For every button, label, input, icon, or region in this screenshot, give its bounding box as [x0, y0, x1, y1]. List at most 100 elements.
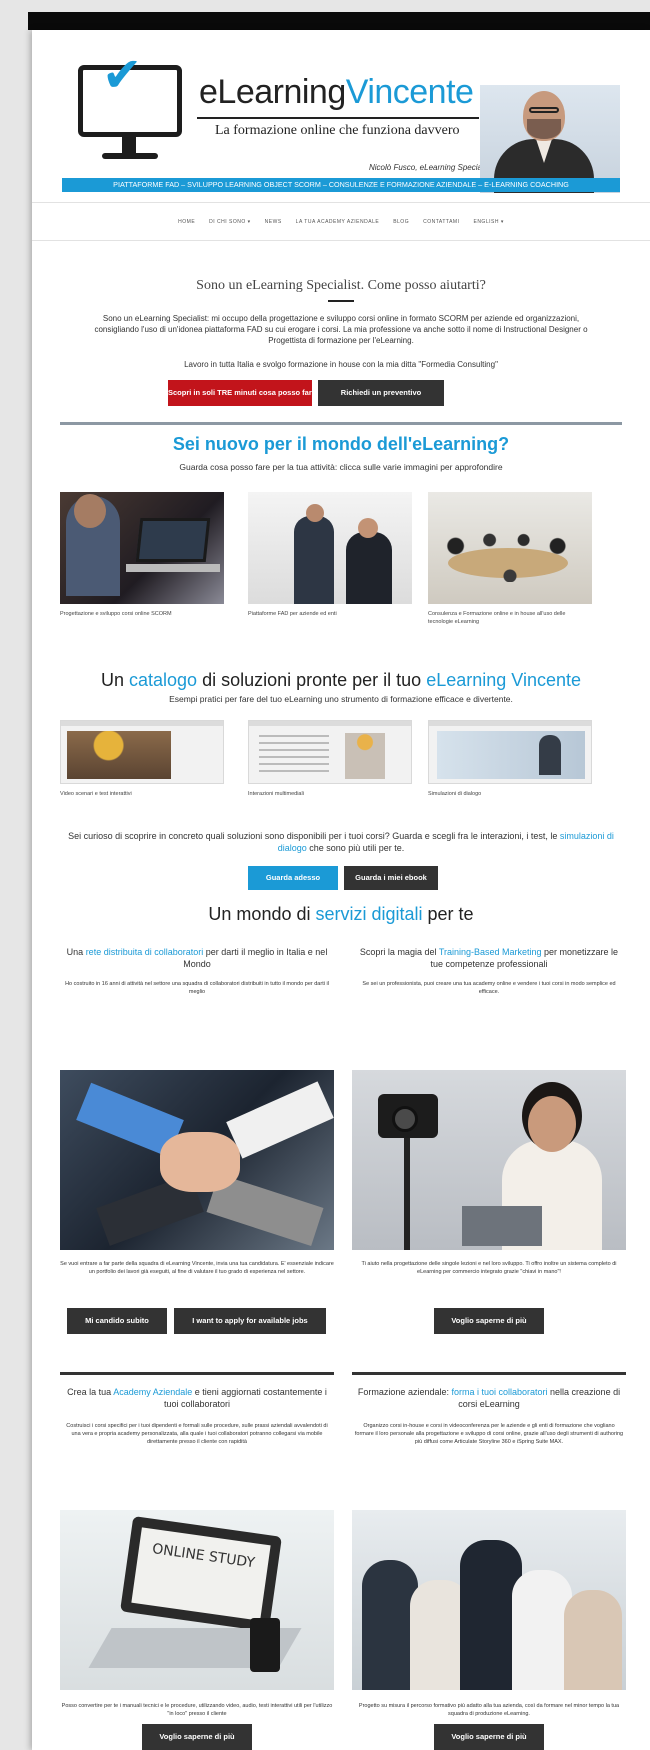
- new-section-subtitle: Guarda cosa posso fare per la tua attivi…: [179, 462, 503, 472]
- services-title-part-a: Un mondo di: [208, 904, 316, 924]
- image-person-head: [74, 494, 106, 528]
- training-heading: Formazione aziendale: forma i tuoi colla…: [354, 1386, 624, 1410]
- image-arm: [226, 1081, 334, 1159]
- brand-part1: eLearning: [199, 73, 346, 111]
- services-title: Un mondo di servizi digitali per te: [32, 904, 650, 925]
- consulting-image[interactable]: [428, 492, 592, 604]
- curious-part-b: che sono più utili per te.: [306, 843, 405, 853]
- checkmark-icon: ✔: [102, 47, 143, 103]
- collaborators-caption: Se vuoi entrare a far parte della squadr…: [60, 1261, 334, 1275]
- marketing-caption: Ti aiuto nella progettazione delle singo…: [361, 1261, 617, 1275]
- image-person-1-head: [306, 504, 324, 522]
- catalog-title-link-1[interactable]: catalogo: [129, 670, 197, 690]
- window-top-bar: [28, 12, 650, 30]
- image-laptop: [462, 1206, 542, 1246]
- thumbnail-title-bar: [249, 721, 411, 726]
- col4-head-a: Formazione aziendale:: [357, 1387, 452, 1397]
- collaborators-text: Ho costruito in 16 anni di attività nel …: [65, 981, 329, 995]
- watch-now-button[interactable]: Guarda adesso: [248, 866, 338, 890]
- catalog-caption-1[interactable]: Video scenari e test interattivi: [60, 790, 224, 798]
- col3-head-link[interactable]: Academy Aziendale: [113, 1387, 192, 1397]
- author-photo: [480, 85, 620, 193]
- ebooks-button[interactable]: Guarda i miei ebook: [344, 866, 438, 890]
- phone-icon: [250, 1618, 280, 1672]
- photo-beard: [527, 119, 561, 139]
- academy-text: Costruisci i corsi specifici per i tuoi …: [66, 1423, 328, 1445]
- card-caption-3[interactable]: Consulenza e Formazione online e in hous…: [428, 610, 592, 626]
- learn-more-button-marketing[interactable]: Voglio saperne di più: [434, 1308, 544, 1334]
- nav-item-about[interactable]: DI CHI SONO ▾: [209, 219, 251, 225]
- col1-head-link[interactable]: rete distribuita di collaboratori: [86, 947, 204, 957]
- col2-head-link[interactable]: Training-Based Marketing: [439, 947, 542, 957]
- tagline: La formazione online che funziona davver…: [215, 123, 460, 138]
- catalog-curious-text: Sei curioso di scoprire in concreto qual…: [56, 830, 626, 854]
- nav-separator-bottom: [32, 240, 650, 241]
- image-hands: [160, 1132, 240, 1192]
- site-header[interactable]: ✔ eLearningVincente La formazione online…: [62, 45, 620, 195]
- image-person-2: [346, 532, 392, 604]
- thumbnail-image: [437, 731, 585, 779]
- thumbnail-image: [345, 733, 385, 779]
- catalog-caption-2[interactable]: Interazioni multimediali: [248, 790, 412, 798]
- apply-now-button[interactable]: Mi candido subito: [67, 1308, 167, 1334]
- card-caption-1[interactable]: Progettazione e sviluppo corsi online SC…: [60, 610, 224, 618]
- academy-heading: Crea la tua Academy Aziendale e tieni ag…: [62, 1386, 332, 1410]
- divider-right: [352, 1372, 626, 1375]
- multimedia-interaction-thumbnail[interactable]: [248, 720, 412, 784]
- apply-jobs-button[interactable]: I want to apply for available jobs: [174, 1308, 326, 1334]
- marketing-heading: Scopri la magia del Training-Based Marke…: [354, 946, 624, 970]
- thumbnail-image: [67, 731, 171, 779]
- collaborators-heading: Una rete distribuita di collaboratori pe…: [62, 946, 332, 970]
- catalog-title-part-a: Un: [100, 670, 129, 690]
- thumbnail-text-lines: [259, 735, 329, 775]
- image-person-1: [294, 516, 334, 604]
- thumbnail-title-bar: [429, 721, 591, 726]
- discover-button[interactable]: Scopri in soli TRE minuti cosa posso far…: [168, 380, 338, 406]
- image-person-head: [528, 1096, 576, 1152]
- page: ✔ eLearningVincente La formazione online…: [32, 30, 650, 1750]
- image-tripod: [404, 1138, 410, 1250]
- training-text: Organizzo corsi in-house e corsi in vide…: [354, 1423, 624, 1445]
- brand-name: eLearningVincente: [199, 73, 474, 112]
- nav-item-language[interactable]: ENGLISH ▾: [473, 219, 503, 225]
- intro-title: Sono un eLearning Specialist. Come posso…: [196, 278, 486, 293]
- brand-part2: Vincente: [345, 73, 474, 111]
- nav-separator-top: [32, 202, 650, 203]
- nav-item-contact[interactable]: CONTATTAMI: [423, 219, 459, 225]
- intro-title-underline: [328, 300, 354, 302]
- catalog-subtitle: Esempi pratici per fare del tuo eLearnin…: [169, 694, 513, 704]
- teamwork-hands-image: [60, 1070, 334, 1250]
- scorm-course-image[interactable]: [60, 492, 224, 604]
- section-divider: [60, 422, 622, 425]
- card-caption-2[interactable]: Piattaforme FAD per aziende ed enti: [248, 610, 412, 618]
- image-person: [564, 1590, 622, 1690]
- image-laptop-base: [126, 564, 220, 572]
- dialogue-simulation-thumbnail[interactable]: [428, 720, 592, 784]
- catalog-title-part-b: di soluzioni pronte per il tuo: [197, 670, 427, 690]
- academy-caption: Posso convertire per te i manuali tecnic…: [61, 1703, 333, 1717]
- learn-more-button-training[interactable]: Voglio saperne di più: [434, 1724, 544, 1750]
- thumbnail-person: [539, 735, 561, 775]
- image-laptop: [135, 518, 211, 562]
- learn-more-button-academy[interactable]: Voglio saperne di più: [142, 1724, 252, 1750]
- catalog-title-link-2[interactable]: eLearning Vincente: [426, 670, 581, 690]
- services-strip: PIATTAFORME FAD – SVILUPPO LEARNING OBJE…: [62, 178, 620, 192]
- nav-item-home[interactable]: HOME: [178, 219, 195, 225]
- online-study-image: ONLINE STUDY: [60, 1510, 334, 1690]
- fad-platform-image[interactable]: [248, 492, 412, 604]
- training-caption: Progetto su misura il percorso formativo…: [358, 1703, 620, 1717]
- nav-item-academy[interactable]: LA TUA ACADEMY AZIENDALE: [296, 219, 380, 225]
- catalog-caption-3[interactable]: Simulazioni di dialogo: [428, 790, 592, 798]
- thumbnail-title-bar: [61, 721, 223, 726]
- image-person: [512, 1570, 572, 1690]
- services-title-part-b: per te: [422, 904, 474, 924]
- video-scenario-thumbnail[interactable]: [60, 720, 224, 784]
- nav-item-blog[interactable]: BLOG: [393, 219, 409, 225]
- nav-item-news[interactable]: NEWS: [265, 219, 282, 225]
- quote-request-button[interactable]: Richiedi un preventivo: [318, 380, 444, 406]
- main-nav: HOME DI CHI SONO ▾ NEWS LA TUA ACADEMY A…: [32, 212, 650, 232]
- catalog-title: Un catalogo di soluzioni pronte per il t…: [32, 670, 650, 691]
- col4-head-link[interactable]: forma i tuoi collaboratori: [451, 1387, 547, 1397]
- new-section-title: Sei nuovo per il mondo dell'eLearning?: [172, 434, 510, 454]
- services-title-link[interactable]: servizi digitali: [315, 904, 422, 924]
